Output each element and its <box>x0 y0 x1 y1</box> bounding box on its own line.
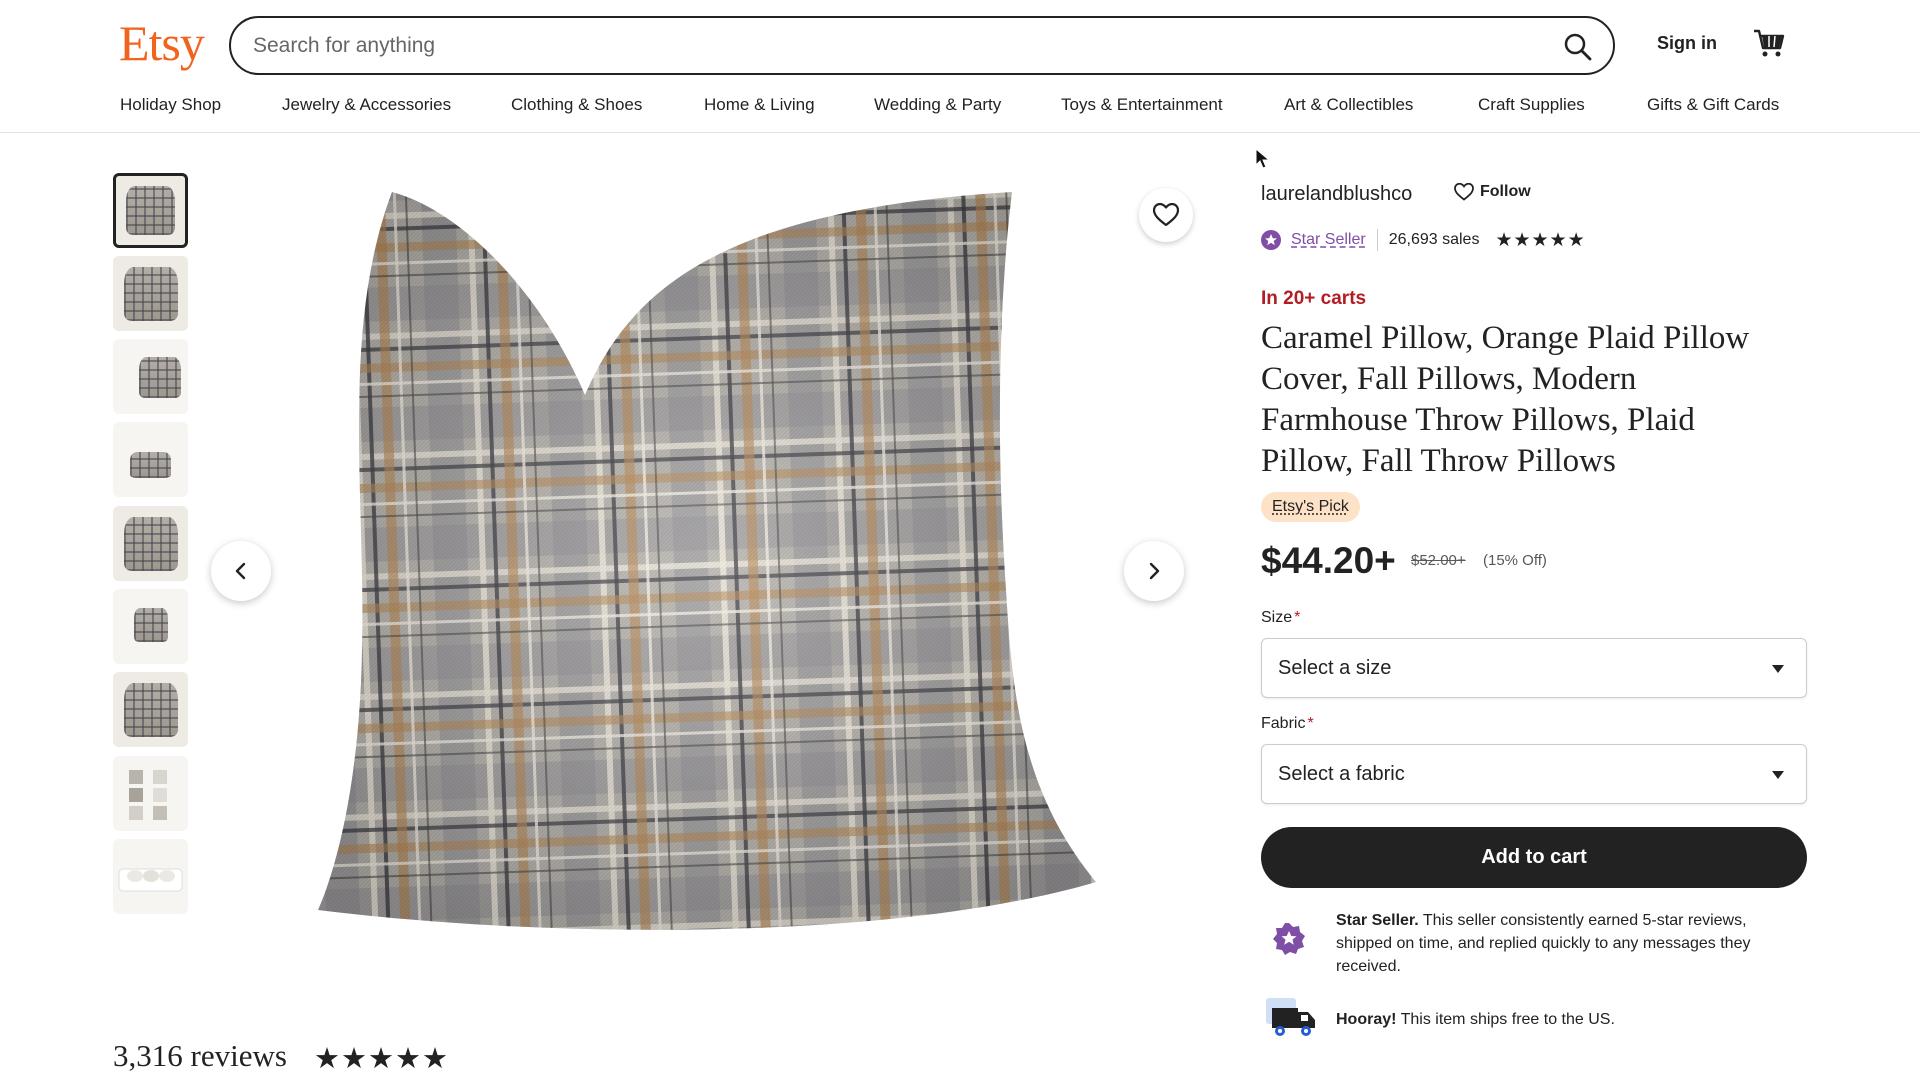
size-select-value: Select a size <box>1278 657 1392 679</box>
nav-clothing-shoes[interactable]: Clothing & Shoes <box>511 95 642 115</box>
nav-holiday-shop[interactable]: Holiday Shop <box>120 95 221 115</box>
mouse-cursor-icon <box>1255 148 1271 169</box>
thumbnail-5[interactable] <box>113 506 188 581</box>
nav-gifts-gift-cards[interactable]: Gifts & Gift Cards <box>1647 95 1779 115</box>
sign-in-link[interactable]: Sign in <box>1657 33 1717 54</box>
previous-image-button[interactable] <box>211 541 271 601</box>
star-seller-link[interactable]: Star Seller <box>1291 231 1366 249</box>
category-nav: Holiday Shop Jewelry & Accessories Cloth… <box>0 95 1920 121</box>
follow-label: Follow <box>1480 183 1531 200</box>
favorite-heart-button[interactable] <box>1139 188 1193 242</box>
thumbnail-image <box>123 516 178 571</box>
nav-toys-entertainment[interactable]: Toys & Entertainment <box>1061 95 1223 115</box>
delivery-truck-icon <box>1266 998 1315 1036</box>
discount-label: (15% Off) <box>1483 552 1547 569</box>
nav-craft-supplies[interactable]: Craft Supplies <box>1478 95 1585 115</box>
required-marker: * <box>1307 715 1314 732</box>
product-image <box>318 192 1096 930</box>
chevron-right-icon <box>1149 562 1160 580</box>
shop-rating-stars[interactable]: ★★★★★ <box>1495 229 1585 252</box>
fabric-select-value: Select a fabric <box>1278 763 1405 785</box>
thumbnail-image <box>129 770 167 820</box>
listing-title: Caramel Pillow, Orange Plaid Pillow Cove… <box>1261 320 1750 479</box>
thumbnail-7[interactable] <box>113 672 188 747</box>
add-to-cart-button[interactable]: Add to cart <box>1261 827 1807 888</box>
caret-down-icon <box>1772 771 1784 779</box>
thumbnail-9[interactable] <box>113 839 188 914</box>
thumbnail-3[interactable] <box>113 339 188 414</box>
next-image-button[interactable] <box>1124 541 1184 601</box>
thumbnail-8[interactable] <box>113 756 188 831</box>
nav-wedding-party[interactable]: Wedding & Party <box>874 95 1001 115</box>
search-bar[interactable] <box>229 16 1615 75</box>
size-select[interactable]: Select a size <box>1261 638 1807 698</box>
reviews-rating-stars: ★★★★★ <box>314 1043 449 1075</box>
heart-icon <box>1153 203 1179 227</box>
shipping-info-text: This item ships free to the US. <box>1396 1011 1615 1028</box>
search-input[interactable] <box>253 28 1533 64</box>
search-icon[interactable] <box>1559 28 1597 66</box>
star-seller-badge-icon <box>1261 230 1281 250</box>
site-header: Etsy Sign in Holiday Shop Jewelry & Acce… <box>0 0 1920 133</box>
star-seller-info-title: Star Seller. <box>1336 912 1419 929</box>
fabric-label: Fabric * <box>1261 715 1314 733</box>
thumbnail-image <box>129 452 171 479</box>
heart-icon <box>1454 183 1474 201</box>
thumbnail-image <box>134 607 168 642</box>
follow-shop-button[interactable]: Follow <box>1454 183 1531 201</box>
thumbnail-image <box>139 357 181 399</box>
caret-down-icon <box>1772 665 1784 673</box>
etsys-pick-badge[interactable]: Etsy's Pick <box>1261 492 1360 522</box>
in-carts-notice: In 20+ carts <box>1261 288 1367 309</box>
price: $44.20+ <box>1261 540 1396 581</box>
cart-icon[interactable] <box>1752 26 1786 60</box>
shop-name-link[interactable]: laurelandblushco <box>1261 183 1412 206</box>
nav-jewelry-accessories[interactable]: Jewelry & Accessories <box>282 95 451 115</box>
thumbnail-image <box>123 266 178 321</box>
fabric-select[interactable]: Select a fabric <box>1261 744 1807 804</box>
original-price: $52.00+ <box>1411 552 1466 569</box>
size-label: Size * <box>1261 609 1300 627</box>
thumbnail-1[interactable] <box>113 173 188 248</box>
shipping-info: Hooray! This item ships free to the US. <box>1336 1008 1806 1031</box>
thumbnail-2[interactable] <box>113 256 188 331</box>
star-seller-badge-icon <box>1273 923 1305 955</box>
seller-stats: Star Seller 26,693 sales ★★★★★ <box>1261 228 1586 252</box>
required-marker: * <box>1294 609 1301 626</box>
star-seller-info: Star Seller. This seller consistently ea… <box>1336 909 1806 978</box>
shipping-info-title: Hooray! <box>1336 1011 1397 1028</box>
sales-count: 26,693 sales <box>1388 231 1480 248</box>
thumbnail-image <box>123 682 178 737</box>
thumbnail-image <box>118 868 183 892</box>
thumbnail-6[interactable] <box>113 589 188 664</box>
nav-home-living[interactable]: Home & Living <box>704 95 815 115</box>
fabric-label-text: Fabric <box>1261 715 1306 732</box>
reviews-count: 3,316 reviews <box>113 1038 287 1073</box>
thumbnail-image <box>125 185 176 236</box>
nav-art-collectibles[interactable]: Art & Collectibles <box>1284 95 1413 115</box>
etsy-logo[interactable]: Etsy <box>119 14 205 72</box>
divider <box>1376 229 1378 251</box>
size-label-text: Size <box>1261 609 1293 626</box>
chevron-left-icon <box>235 562 246 580</box>
thumbnail-4[interactable] <box>113 422 188 497</box>
